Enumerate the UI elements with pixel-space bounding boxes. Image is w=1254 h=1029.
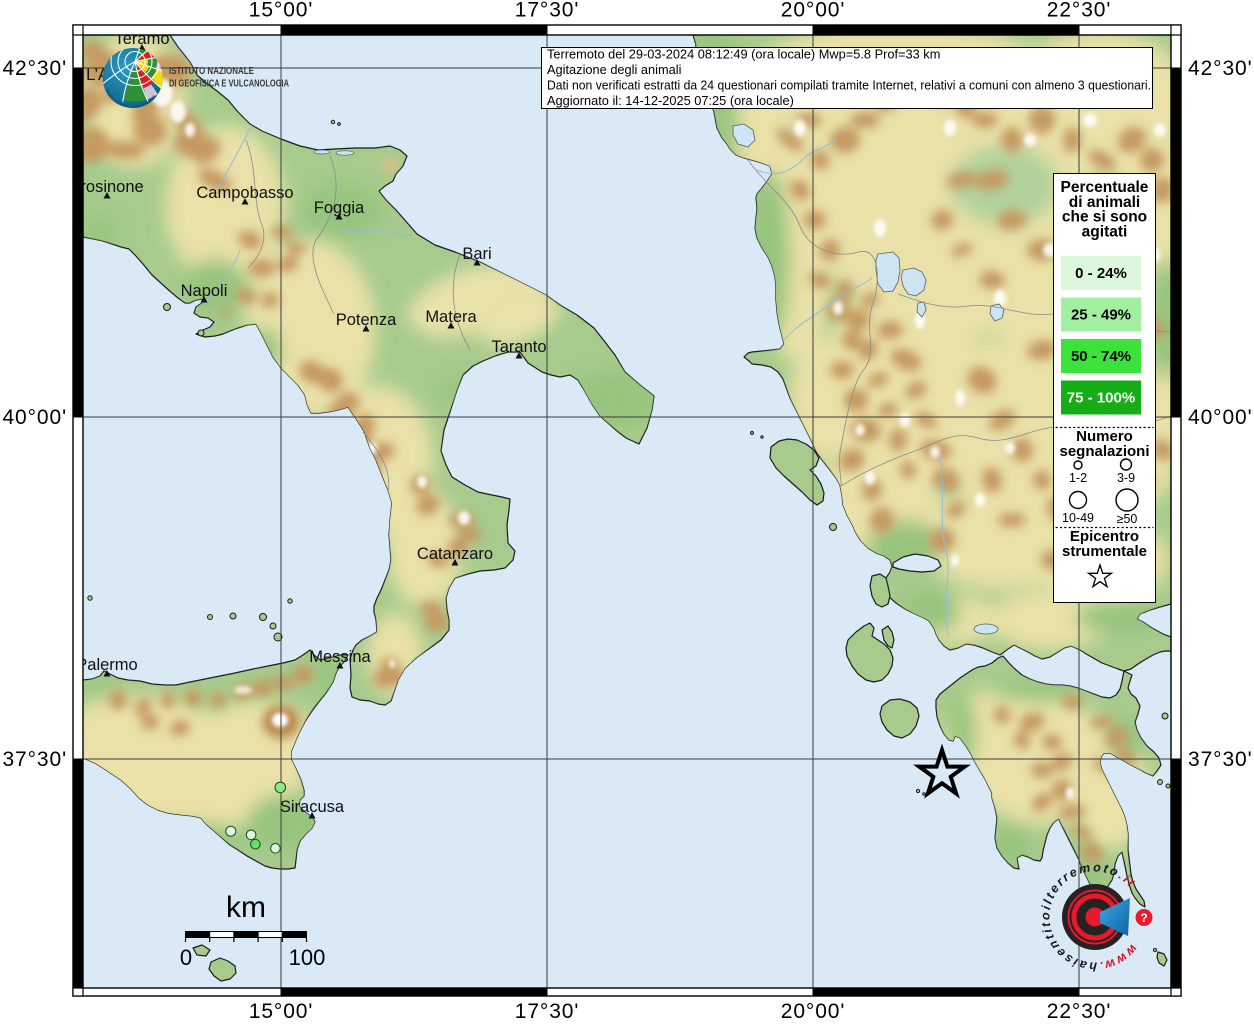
svg-text:Foggia: Foggia [314, 199, 365, 217]
svg-text:40°00': 40°00' [2, 406, 67, 429]
svg-text:km: km [226, 891, 266, 924]
svg-text:40°00': 40°00' [1188, 406, 1253, 429]
svg-text:≥50: ≥50 [1117, 512, 1138, 526]
svg-text:Catanzaro: Catanzaro [417, 545, 493, 563]
svg-text:22°30': 22°30' [1047, 1000, 1112, 1023]
svg-text:Bari: Bari [462, 245, 491, 263]
svg-text:Campobasso: Campobasso [196, 184, 293, 202]
svg-text:strumentale: strumentale [1062, 543, 1147, 560]
svg-text:Terremoto del 29-03-2024 08:12: Terremoto del 29-03-2024 08:12:49 (ora l… [547, 47, 940, 62]
svg-text:37°30': 37°30' [2, 748, 67, 771]
svg-text:20°00': 20°00' [781, 1000, 846, 1023]
svg-text:1-2: 1-2 [1069, 471, 1087, 485]
svg-text:Aggiornato il: 14-12-2025 07:2: Aggiornato il: 14-12-2025 07:25 (ora loc… [547, 93, 794, 108]
svg-text:Potenza: Potenza [336, 311, 397, 329]
svg-text:Agitazione degli animali: Agitazione degli animali [547, 62, 681, 77]
svg-text:100: 100 [289, 945, 326, 970]
svg-text:22°30': 22°30' [1047, 0, 1112, 22]
svg-text:25 - 49%: 25 - 49% [1071, 307, 1131, 324]
svg-text:75 - 100%: 75 - 100% [1067, 390, 1135, 407]
svg-text:17°30': 17°30' [515, 1000, 580, 1023]
svg-text:Siracusa: Siracusa [280, 798, 345, 816]
svg-text:Dati non verificati estratti d: Dati non verificati estratti da 24 quest… [547, 78, 1151, 93]
svg-text:3-9: 3-9 [1117, 471, 1135, 485]
svg-text:17°30': 17°30' [515, 0, 580, 22]
svg-text:37°30': 37°30' [1188, 748, 1253, 771]
svg-text:50 - 74%: 50 - 74% [1071, 348, 1131, 365]
svg-text:15°00': 15°00' [249, 1000, 314, 1023]
svg-text:42°30': 42°30' [2, 57, 67, 80]
svg-text:ISTITUTO NAZIONALE: ISTITUTO NAZIONALE [169, 65, 254, 77]
svg-text:42°30': 42°30' [1188, 57, 1253, 80]
svg-text:?: ? [1140, 911, 1147, 925]
svg-text:Taranto: Taranto [491, 338, 546, 356]
svg-text:0 - 24%: 0 - 24% [1075, 265, 1127, 282]
svg-text:segnalazioni: segnalazioni [1059, 443, 1149, 460]
svg-text:Napoli: Napoli [181, 282, 228, 300]
svg-text:Matera: Matera [425, 308, 477, 326]
svg-text:agitati: agitati [1082, 223, 1128, 240]
svg-text:20°00': 20°00' [781, 0, 846, 22]
svg-text:DI GEOFISICA E VULCANOLOGIA: DI GEOFISICA E VULCANOLOGIA [169, 78, 289, 90]
svg-text:10-49: 10-49 [1062, 511, 1094, 525]
svg-text:Messina: Messina [309, 648, 371, 666]
svg-text:15°00': 15°00' [249, 0, 314, 22]
svg-text:0: 0 [180, 945, 192, 970]
svg-text:Palermo: Palermo [76, 656, 137, 674]
